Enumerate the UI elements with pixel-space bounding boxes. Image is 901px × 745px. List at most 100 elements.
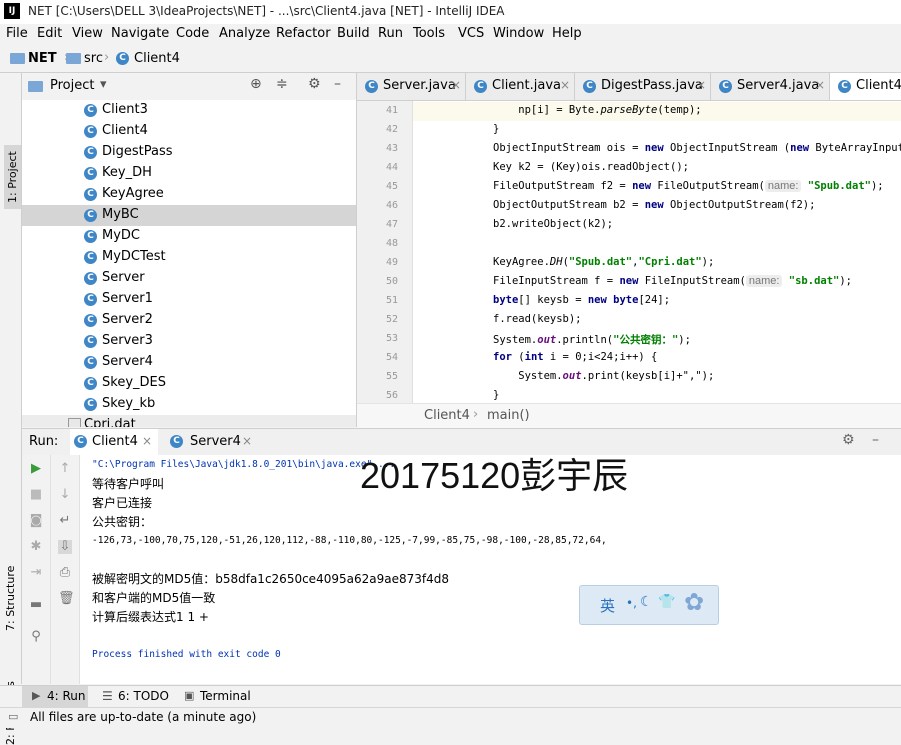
- tree-item-file[interactable]: Cpri.dat: [22, 415, 356, 427]
- crumb-project[interactable]: NET: [28, 51, 57, 66]
- close-icon[interactable]: ×: [242, 434, 252, 448]
- tool-tab-run[interactable]: ▶ 4: Run: [22, 686, 88, 708]
- arrow-down-icon[interactable]: ↓: [58, 488, 72, 502]
- hide-icon[interactable]: –: [872, 432, 879, 448]
- tab-digestpass-java[interactable]: C DigestPass.java ×: [575, 73, 711, 100]
- class-icon: C: [719, 80, 732, 93]
- tree-item[interactable]: C Server2: [22, 310, 356, 331]
- breadcrumb-class[interactable]: Client4: [424, 408, 470, 423]
- menu-file[interactable]: File: [6, 26, 28, 41]
- project-panel-title[interactable]: Project: [50, 78, 94, 93]
- close-icon[interactable]: ×: [815, 78, 825, 92]
- code-line: for (int i = 0;i<24;i++) {: [493, 351, 658, 363]
- code-editor[interactable]: np[i] = Byte.parseByte(temp);} ObjectInpu…: [413, 101, 901, 403]
- tree-item[interactable]: C DigestPass: [22, 142, 356, 163]
- editor-tab-bar: C Server.java × C Client.java × C Digest…: [357, 73, 901, 101]
- line-number: 42: [385, 124, 398, 135]
- tool-tab-terminal[interactable]: ▣ Terminal: [180, 686, 260, 708]
- menu-run[interactable]: Run: [378, 26, 403, 41]
- gear-icon[interactable]: ⚙: [842, 432, 855, 448]
- run-tab-server4[interactable]: C Server4 ×: [162, 429, 258, 455]
- tree-item[interactable]: C MyDCTest: [22, 247, 356, 268]
- line-number: 52: [385, 314, 398, 325]
- trash-icon[interactable]: 🗑: [58, 592, 75, 606]
- close-icon[interactable]: ×: [451, 78, 461, 92]
- project-tool-tab[interactable]: 1: Project: [4, 145, 21, 209]
- tab-client-java[interactable]: C Client.java ×: [466, 73, 575, 100]
- menu-navigate[interactable]: Navigate: [111, 26, 169, 41]
- menu-vcs[interactable]: VCS: [458, 26, 484, 41]
- gear-icon[interactable]: ⚙: [308, 76, 321, 92]
- menu-edit[interactable]: Edit: [37, 26, 62, 41]
- shirt-icon[interactable]: 👕: [658, 594, 675, 610]
- flower-icon: ✿: [684, 588, 705, 616]
- crumb-class[interactable]: Client4: [134, 51, 180, 66]
- exit-icon[interactable]: ⇥: [29, 566, 43, 580]
- navigation-bar: NET › src › C Client4: [0, 46, 901, 73]
- class-icon: C: [84, 314, 97, 327]
- menu-code[interactable]: Code: [176, 26, 209, 41]
- debug-icon[interactable]: ✱: [29, 540, 43, 554]
- hide-icon[interactable]: –: [334, 76, 341, 92]
- code-line: FileOutputStream f2 = new FileOutputStre…: [493, 180, 884, 192]
- breadcrumb-method[interactable]: main(): [487, 408, 530, 423]
- tab-server4-java[interactable]: C Server4.java ×: [711, 73, 830, 100]
- ime-mode-label[interactable]: 英: [600, 595, 615, 616]
- close-icon[interactable]: ×: [696, 78, 706, 92]
- intellij-app-icon: IJ: [4, 3, 20, 19]
- menu-help[interactable]: Help: [552, 26, 582, 41]
- tree-item[interactable]: C Client3: [22, 100, 356, 121]
- run-toolbar-primary: ▶ ■ ◙ ✱ ⇥ ▬ ⚲: [22, 455, 51, 684]
- moon-icon[interactable]: ☾: [640, 594, 653, 610]
- arrow-up-icon[interactable]: ↑: [58, 462, 72, 476]
- tab-client4-java[interactable]: C Client4.java: [830, 73, 901, 100]
- tree-item-selected[interactable]: C MyBC: [22, 205, 356, 226]
- tree-item[interactable]: C Server3: [22, 331, 356, 352]
- menu-refactor[interactable]: Refactor: [276, 26, 331, 41]
- tree-item[interactable]: C Skey_DES: [22, 373, 356, 394]
- print-icon[interactable]: ⎙: [58, 566, 72, 580]
- tree-item[interactable]: C Server1: [22, 289, 356, 310]
- line-number: 47: [385, 219, 398, 230]
- console-command: "C:\Program Files\Java\jdk1.8.0_201\bin\…: [92, 459, 396, 470]
- tab-server-java[interactable]: C Server.java ×: [357, 73, 466, 100]
- status-icon[interactable]: ▭: [8, 710, 18, 723]
- tree-item[interactable]: C Skey_kb: [22, 394, 356, 415]
- layout-icon[interactable]: ▬: [29, 598, 43, 612]
- tree-item[interactable]: C Client4: [22, 121, 356, 142]
- menu-view[interactable]: View: [72, 26, 103, 41]
- tree-item[interactable]: C Server: [22, 268, 356, 289]
- chevron-down-icon[interactable]: ▾: [100, 77, 107, 92]
- src-folder-icon: [66, 53, 81, 64]
- menu-window[interactable]: Window: [493, 26, 544, 41]
- pin-icon[interactable]: ⚲: [29, 630, 43, 644]
- rerun-icon[interactable]: ▶: [29, 462, 43, 476]
- menu-tools[interactable]: Tools: [413, 26, 445, 41]
- tree-item[interactable]: C Server4: [22, 352, 356, 373]
- structure-tool-tab[interactable]: 7: Structure: [4, 566, 17, 631]
- menu-analyze[interactable]: Analyze: [219, 26, 270, 41]
- close-icon[interactable]: ×: [560, 78, 570, 92]
- class-icon: C: [84, 377, 97, 390]
- terminal-icon: ▣: [184, 689, 195, 702]
- punctuation-icon[interactable]: •,: [626, 596, 637, 610]
- project-tree: C Client3 C Client4 C DigestPass C Key_DH CK…: [22, 100, 356, 427]
- camera-icon[interactable]: ◙: [29, 514, 43, 528]
- class-icon: C: [84, 293, 97, 306]
- tool-tab-todo[interactable]: ☰ 6: TODO: [98, 686, 178, 708]
- line-number: 49: [385, 257, 398, 268]
- run-tab-client4[interactable]: C Client4 ×: [70, 429, 158, 455]
- tree-item[interactable]: C KeyAgree: [22, 184, 356, 205]
- class-icon: C: [838, 80, 851, 93]
- collapse-all-icon[interactable]: ≑: [276, 76, 288, 92]
- soft-wrap-icon[interactable]: ↵: [58, 514, 72, 528]
- locate-icon[interactable]: ⊕: [250, 76, 262, 92]
- stop-icon[interactable]: ■: [29, 488, 43, 502]
- tree-item[interactable]: C Key_DH: [22, 163, 356, 184]
- tree-item[interactable]: C MyDC: [22, 226, 356, 247]
- close-icon[interactable]: ×: [142, 434, 152, 448]
- ime-toolbar[interactable]: 英 •, ☾ 👕 ✿: [579, 585, 719, 625]
- scroll-to-end-icon[interactable]: ⇩: [58, 540, 72, 554]
- menu-build[interactable]: Build: [337, 26, 370, 41]
- crumb-src[interactable]: src: [84, 51, 103, 66]
